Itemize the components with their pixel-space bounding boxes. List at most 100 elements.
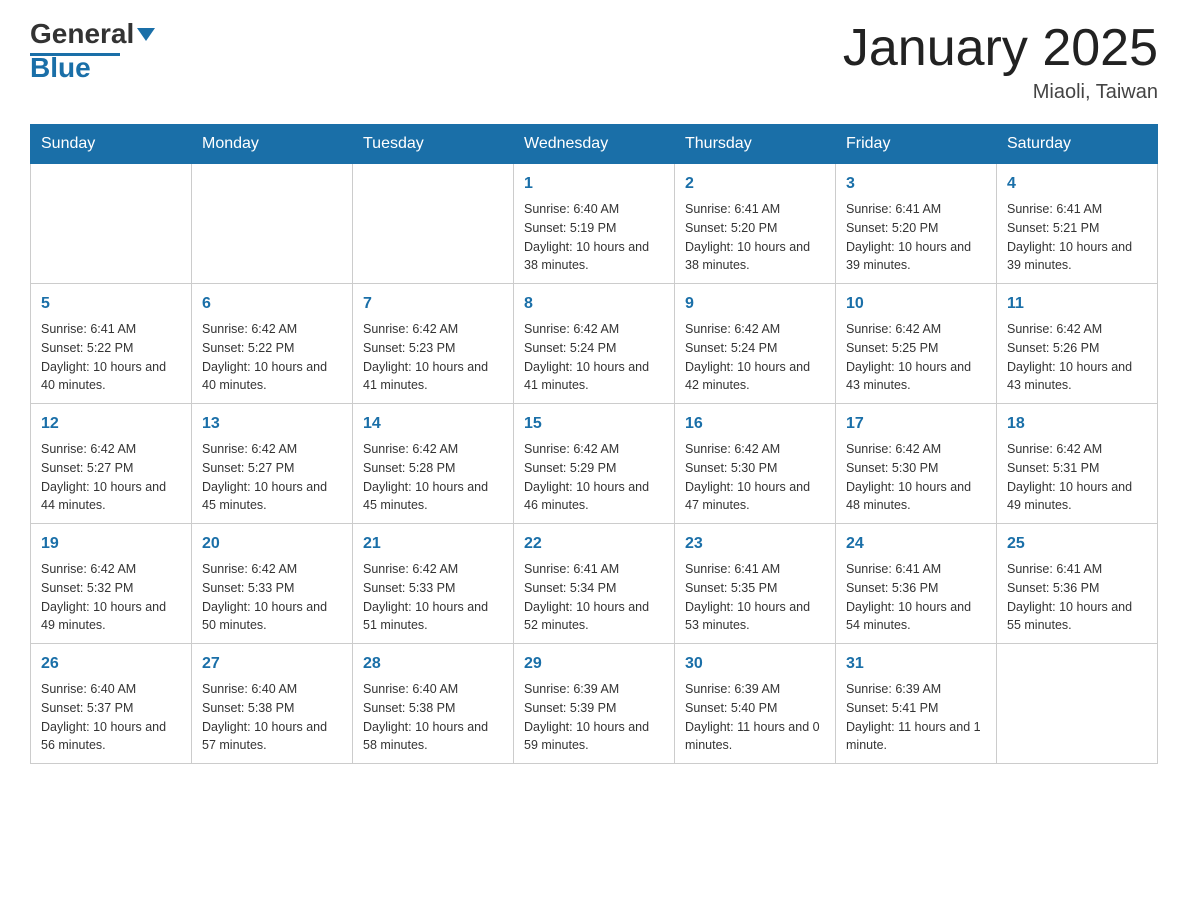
calendar-week-1: 1 Sunrise: 6:40 AM Sunset: 5:19 PM Daylig…: [31, 164, 1158, 284]
calendar-cell: 26 Sunrise: 6:40 AM Sunset: 5:37 PM Dayli…: [31, 644, 192, 764]
day-info: Sunrise: 6:40 AM Sunset: 5:19 PM Dayligh…: [524, 200, 664, 275]
header-monday: Monday: [192, 125, 353, 164]
calendar-cell: 29 Sunrise: 6:39 AM Sunset: 5:39 PM Dayli…: [514, 644, 675, 764]
day-number: 26: [41, 652, 181, 676]
calendar-cell: 14Sunrise: 6:42 AM Sunset: 5:28 PM Dayli…: [353, 404, 514, 524]
day-info: Sunrise: 6:42 AM Sunset: 5:30 PM Dayligh…: [685, 440, 825, 515]
calendar-cell: [997, 644, 1158, 764]
calendar-cell: 13 Sunrise: 6:42 AM Sunset: 5:27 PM Dayli…: [192, 404, 353, 524]
calendar-week-5: 26 Sunrise: 6:40 AM Sunset: 5:37 PM Dayli…: [31, 644, 1158, 764]
day-number: 8: [524, 292, 664, 316]
calendar-cell: 30 Sunrise: 6:39 AM Sunset: 5:40 PM Dayli…: [675, 644, 836, 764]
day-info: Sunrise: 6:39 AM Sunset: 5:41 PM Dayligh…: [846, 680, 986, 755]
day-info: Sunrise: 6:41 AM Sunset: 5:21 PM Dayligh…: [1007, 200, 1147, 275]
day-info: Sunrise: 6:40 AM Sunset: 5:38 PM Dayligh…: [202, 680, 342, 755]
day-info: Sunrise: 6:42 AM Sunset: 5:26 PM Dayligh…: [1007, 320, 1147, 395]
day-info: Sunrise: 6:42 AM Sunset: 5:27 PM Dayligh…: [41, 440, 181, 515]
calendar-cell: 12Sunrise: 6:42 AM Sunset: 5:27 PM Dayli…: [31, 404, 192, 524]
day-number: 27: [202, 652, 342, 676]
day-info: Sunrise: 6:42 AM Sunset: 5:24 PM Dayligh…: [685, 320, 825, 395]
calendar-week-4: 19Sunrise: 6:42 AM Sunset: 5:32 PM Dayli…: [31, 524, 1158, 644]
day-info: Sunrise: 6:39 AM Sunset: 5:40 PM Dayligh…: [685, 680, 825, 755]
calendar-cell: [192, 164, 353, 284]
day-info: Sunrise: 6:42 AM Sunset: 5:27 PM Dayligh…: [202, 440, 342, 515]
calendar-cell: 2 Sunrise: 6:41 AM Sunset: 5:20 PM Daylig…: [675, 164, 836, 284]
calendar-cell: [353, 164, 514, 284]
day-number: 13: [202, 412, 342, 436]
calendar-cell: 3 Sunrise: 6:41 AM Sunset: 5:20 PM Daylig…: [836, 164, 997, 284]
day-info: Sunrise: 6:42 AM Sunset: 5:31 PM Dayligh…: [1007, 440, 1147, 515]
day-info: Sunrise: 6:41 AM Sunset: 5:35 PM Dayligh…: [685, 560, 825, 635]
calendar-cell: 11 Sunrise: 6:42 AM Sunset: 5:26 PM Dayli…: [997, 284, 1158, 404]
day-number: 6: [202, 292, 342, 316]
month-title: January 2025: [843, 20, 1158, 77]
calendar-cell: 15Sunrise: 6:42 AM Sunset: 5:29 PM Dayli…: [514, 404, 675, 524]
day-number: 2: [685, 172, 825, 196]
calendar-header-row: SundayMondayTuesdayWednesdayThursdayFrid…: [31, 125, 1158, 164]
day-number: 1: [524, 172, 664, 196]
day-number: 11: [1007, 292, 1147, 316]
calendar-cell: 9Sunrise: 6:42 AM Sunset: 5:24 PM Daylig…: [675, 284, 836, 404]
location: Miaoli, Taiwan: [843, 81, 1158, 104]
day-info: Sunrise: 6:42 AM Sunset: 5:23 PM Dayligh…: [363, 320, 503, 395]
day-number: 18: [1007, 412, 1147, 436]
day-info: Sunrise: 6:41 AM Sunset: 5:22 PM Dayligh…: [41, 320, 181, 395]
day-number: 29: [524, 652, 664, 676]
day-info: Sunrise: 6:42 AM Sunset: 5:28 PM Dayligh…: [363, 440, 503, 515]
day-number: 17: [846, 412, 986, 436]
calendar-cell: 27 Sunrise: 6:40 AM Sunset: 5:38 PM Dayli…: [192, 644, 353, 764]
calendar-table: SundayMondayTuesdayWednesdayThursdayFrid…: [30, 124, 1158, 764]
day-info: Sunrise: 6:42 AM Sunset: 5:22 PM Dayligh…: [202, 320, 342, 395]
day-info: Sunrise: 6:40 AM Sunset: 5:38 PM Dayligh…: [363, 680, 503, 755]
calendar-week-3: 12Sunrise: 6:42 AM Sunset: 5:27 PM Dayli…: [31, 404, 1158, 524]
header-saturday: Saturday: [997, 125, 1158, 164]
day-info: Sunrise: 6:42 AM Sunset: 5:25 PM Dayligh…: [846, 320, 986, 395]
day-number: 19: [41, 532, 181, 556]
logo-blue: Blue: [30, 52, 91, 84]
logo-text: General: [30, 20, 155, 48]
calendar-cell: 5Sunrise: 6:41 AM Sunset: 5:22 PM Daylig…: [31, 284, 192, 404]
day-info: Sunrise: 6:42 AM Sunset: 5:33 PM Dayligh…: [202, 560, 342, 635]
day-number: 28: [363, 652, 503, 676]
day-number: 30: [685, 652, 825, 676]
calendar-cell: 16 Sunrise: 6:42 AM Sunset: 5:30 PM Dayli…: [675, 404, 836, 524]
header-tuesday: Tuesday: [353, 125, 514, 164]
day-info: Sunrise: 6:41 AM Sunset: 5:36 PM Dayligh…: [1007, 560, 1147, 635]
day-info: Sunrise: 6:41 AM Sunset: 5:20 PM Dayligh…: [685, 200, 825, 275]
day-number: 7: [363, 292, 503, 316]
calendar-cell: 17Sunrise: 6:42 AM Sunset: 5:30 PM Dayli…: [836, 404, 997, 524]
calendar-cell: 8 Sunrise: 6:42 AM Sunset: 5:24 PM Daylig…: [514, 284, 675, 404]
day-info: Sunrise: 6:42 AM Sunset: 5:33 PM Dayligh…: [363, 560, 503, 635]
day-number: 21: [363, 532, 503, 556]
day-number: 31: [846, 652, 986, 676]
calendar-cell: 10 Sunrise: 6:42 AM Sunset: 5:25 PM Dayli…: [836, 284, 997, 404]
calendar-cell: 22 Sunrise: 6:41 AM Sunset: 5:34 PM Dayli…: [514, 524, 675, 644]
calendar-cell: 18 Sunrise: 6:42 AM Sunset: 5:31 PM Dayli…: [997, 404, 1158, 524]
day-info: Sunrise: 6:40 AM Sunset: 5:37 PM Dayligh…: [41, 680, 181, 755]
day-info: Sunrise: 6:39 AM Sunset: 5:39 PM Dayligh…: [524, 680, 664, 755]
day-number: 23: [685, 532, 825, 556]
calendar-cell: 20 Sunrise: 6:42 AM Sunset: 5:33 PM Dayli…: [192, 524, 353, 644]
day-number: 10: [846, 292, 986, 316]
day-info: Sunrise: 6:41 AM Sunset: 5:20 PM Dayligh…: [846, 200, 986, 275]
day-number: 15: [524, 412, 664, 436]
day-number: 25: [1007, 532, 1147, 556]
calendar-cell: 21 Sunrise: 6:42 AM Sunset: 5:33 PM Dayli…: [353, 524, 514, 644]
calendar-cell: 23 Sunrise: 6:41 AM Sunset: 5:35 PM Dayli…: [675, 524, 836, 644]
day-number: 22: [524, 532, 664, 556]
day-info: Sunrise: 6:41 AM Sunset: 5:34 PM Dayligh…: [524, 560, 664, 635]
header-wednesday: Wednesday: [514, 125, 675, 164]
calendar-cell: 24Sunrise: 6:41 AM Sunset: 5:36 PM Dayli…: [836, 524, 997, 644]
calendar-cell: 6 Sunrise: 6:42 AM Sunset: 5:22 PM Daylig…: [192, 284, 353, 404]
day-info: Sunrise: 6:41 AM Sunset: 5:36 PM Dayligh…: [846, 560, 986, 635]
calendar-cell: 4 Sunrise: 6:41 AM Sunset: 5:21 PM Daylig…: [997, 164, 1158, 284]
calendar-cell: 31 Sunrise: 6:39 AM Sunset: 5:41 PM Dayli…: [836, 644, 997, 764]
day-number: 16: [685, 412, 825, 436]
header-friday: Friday: [836, 125, 997, 164]
calendar-cell: [31, 164, 192, 284]
day-number: 3: [846, 172, 986, 196]
day-number: 4: [1007, 172, 1147, 196]
day-info: Sunrise: 6:42 AM Sunset: 5:24 PM Dayligh…: [524, 320, 664, 395]
calendar-cell: 25 Sunrise: 6:41 AM Sunset: 5:36 PM Dayli…: [997, 524, 1158, 644]
day-number: 20: [202, 532, 342, 556]
